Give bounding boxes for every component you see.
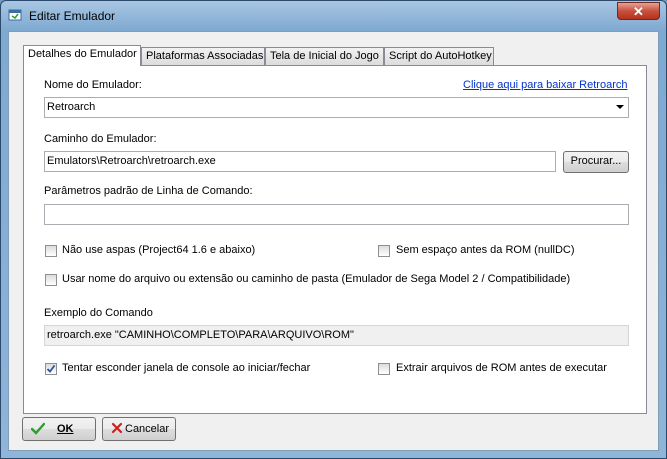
use-filename-label: Usar nome do arquivo ou extensão ou cami…: [62, 273, 571, 285]
window-title: Editar Emulador: [29, 9, 116, 23]
tab-tela-de-inicial-do-jogo[interactable]: Tela de Inicial do Jogo: [265, 47, 384, 65]
editar-emulador-window: Editar Emulador ✕ Detalhes do Emulador P…: [0, 0, 667, 459]
params-label: Parâmetros padrão de Linha de Comando:: [44, 185, 253, 197]
emulator-path-label: Caminho do Emulador:: [44, 133, 157, 145]
close-button[interactable]: ✕: [617, 2, 660, 20]
title-bar[interactable]: Editar Emulador ✕: [1, 1, 666, 31]
extract-rom-label: Extrair arquivos de ROM antes de executa…: [396, 362, 607, 374]
tab-panel-detalhes: Nome do Emulador: Clique aqui para baixa…: [23, 65, 647, 414]
no-space-checkbox[interactable]: [378, 245, 390, 257]
tab-detalhes-do-emulador[interactable]: Detalhes do Emulador: [23, 45, 141, 66]
cancel-button[interactable]: Cancelar: [102, 417, 176, 441]
tab-script-do-autohotkey[interactable]: Script do AutoHotkey: [384, 47, 494, 65]
window-app-icon: [8, 8, 22, 22]
tab-label: Script do AutoHotkey: [389, 50, 492, 62]
ok-button[interactable]: OK: [22, 417, 96, 441]
emulator-name-label: Nome do Emulador:: [44, 79, 142, 91]
ok-button-label: OK: [57, 423, 74, 435]
dialog-body: Detalhes do Emulador Plataformas Associa…: [8, 31, 659, 451]
hide-console-label: Tentar esconder janela de console ao ini…: [62, 362, 311, 374]
close-icon: ✕: [633, 4, 644, 19]
browse-button[interactable]: Procurar...: [563, 151, 629, 173]
cancel-button-label: Cancelar: [125, 423, 170, 435]
red-x-icon: [111, 422, 123, 437]
params-input[interactable]: [44, 204, 629, 225]
extract-rom-checkbox[interactable]: [378, 363, 390, 375]
browse-button-label: Procurar...: [570, 155, 622, 167]
tab-label: Plataformas Associadas: [146, 50, 264, 62]
command-example-label: Exemplo do Comando: [44, 307, 153, 319]
tab-label: Tela de Inicial do Jogo: [270, 50, 379, 62]
hide-console-checkbox[interactable]: [45, 363, 57, 375]
checkmark-icon: [46, 364, 56, 373]
no-quotes-checkbox[interactable]: [45, 245, 57, 257]
tab-label: Detalhes do Emulador: [28, 48, 137, 60]
emulator-path-value: Emulators\Retroarch\retroarch.exe: [47, 155, 216, 167]
command-example-field: retroarch.exe "CAMINHO\COMPLETO\PARA\ARQ…: [44, 325, 629, 346]
chevron-down-icon: [616, 105, 624, 109]
emulator-name-value: Retroarch: [47, 101, 96, 113]
emulator-name-dropdown[interactable]: Retroarch: [44, 97, 629, 118]
emulator-path-input[interactable]: Emulators\Retroarch\retroarch.exe: [44, 151, 556, 172]
tab-plataformas-associadas[interactable]: Plataformas Associadas: [141, 47, 265, 65]
no-space-label: Sem espaço antes da ROM (nullDC): [396, 244, 575, 256]
command-example-value: retroarch.exe "CAMINHO\COMPLETO\PARA\ARQ…: [47, 329, 354, 341]
use-filename-checkbox[interactable]: [45, 274, 57, 286]
no-quotes-label: Não use aspas (Project64 1.6 e abaixo): [62, 244, 256, 256]
download-retroarch-link[interactable]: Clique aqui para baixar Retroarch: [463, 79, 627, 91]
green-checkmark-icon: [30, 422, 46, 438]
